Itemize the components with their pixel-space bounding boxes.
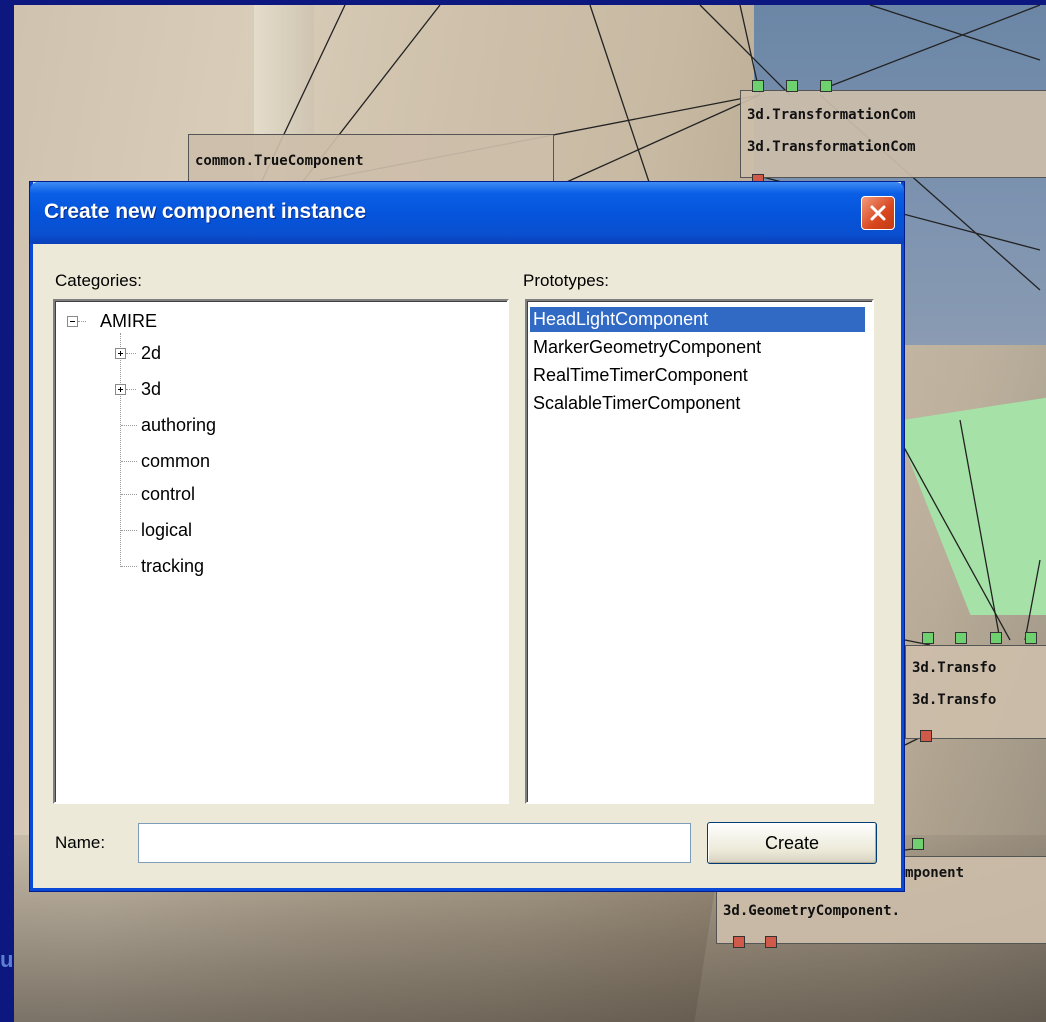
input-port[interactable]: [922, 632, 934, 644]
tree-connector: [121, 425, 137, 426]
output-port[interactable]: [920, 730, 932, 742]
tree-connector: [121, 566, 137, 567]
collapse-icon[interactable]: [67, 316, 78, 327]
input-port[interactable]: [955, 632, 967, 644]
node-label: 3d.Transfo: [912, 660, 997, 676]
dialog-title: Create new component instance: [44, 200, 367, 223]
tree-connector: [126, 353, 136, 354]
create-component-dialog: Create new component instance Categories…: [30, 182, 904, 891]
tree-connector: [121, 461, 137, 462]
input-port[interactable]: [1025, 632, 1037, 644]
tree-item-3d[interactable]: 3d: [141, 379, 161, 400]
tree-item-control[interactable]: control: [141, 484, 195, 505]
tree-connector: [121, 494, 137, 495]
tree-connector: [120, 333, 121, 567]
tree-item-amire[interactable]: AMIRE: [100, 311, 157, 332]
name-input[interactable]: [138, 823, 691, 863]
list-item-marker-geometry[interactable]: MarkerGeometryComponent: [530, 335, 764, 360]
expand-icon[interactable]: [115, 384, 126, 395]
node-transformation-a[interactable]: 3d.TransformationCom 3d.TransformationCo…: [740, 90, 1046, 178]
output-port[interactable]: [733, 936, 745, 948]
node-label: 3d.GeometryComponent.: [723, 903, 901, 919]
categories-label: Categories:: [55, 271, 142, 290]
node-label: 3d.TransformationCom: [747, 139, 916, 155]
categories-tree[interactable]: AMIRE 2d 3d authoring common control log…: [53, 299, 509, 804]
prototypes-label: Prototypes:: [523, 271, 609, 290]
tree-item-tracking[interactable]: tracking: [141, 556, 204, 577]
node-true-component[interactable]: common.TrueComponent: [188, 134, 554, 186]
name-label: Name:: [55, 833, 106, 852]
close-button[interactable]: [861, 196, 895, 230]
dialog-titlebar[interactable]: Create new component instance: [30, 182, 904, 244]
create-button[interactable]: Create: [707, 822, 877, 864]
tree-connector: [126, 389, 136, 390]
input-port[interactable]: [752, 80, 764, 92]
prototypes-list[interactable]: HeadLightComponent MarkerGeometryCompone…: [525, 299, 874, 804]
node-transformation-b[interactable]: 3d.Transfo 3d.Transfo: [905, 645, 1046, 739]
list-item-realtime-timer[interactable]: RealTimeTimerComponent: [530, 363, 751, 388]
node-label: common.TrueComponent: [195, 153, 364, 169]
tree-item-logical[interactable]: logical: [141, 520, 192, 541]
tree-connector: [121, 530, 137, 531]
output-port[interactable]: [765, 936, 777, 948]
node-label: mponent: [905, 865, 965, 881]
input-port[interactable]: [990, 632, 1002, 644]
expand-icon[interactable]: [115, 348, 126, 359]
input-port[interactable]: [786, 80, 798, 92]
close-icon: [870, 205, 886, 221]
tree-item-authoring[interactable]: authoring: [141, 415, 216, 436]
input-port[interactable]: [912, 838, 924, 850]
tree-connector: [78, 321, 86, 322]
node-label: 3d.TransformationCom: [747, 107, 916, 123]
footer-fragment: u: [0, 947, 14, 972]
list-item-headlight[interactable]: HeadLightComponent: [530, 307, 865, 332]
list-item-scalable-timer[interactable]: ScalableTimerComponent: [530, 391, 743, 416]
input-port[interactable]: [820, 80, 832, 92]
node-label: 3d.Transfo: [912, 692, 997, 708]
tree-item-2d[interactable]: 2d: [141, 343, 161, 364]
tree-item-common[interactable]: common: [141, 451, 210, 472]
